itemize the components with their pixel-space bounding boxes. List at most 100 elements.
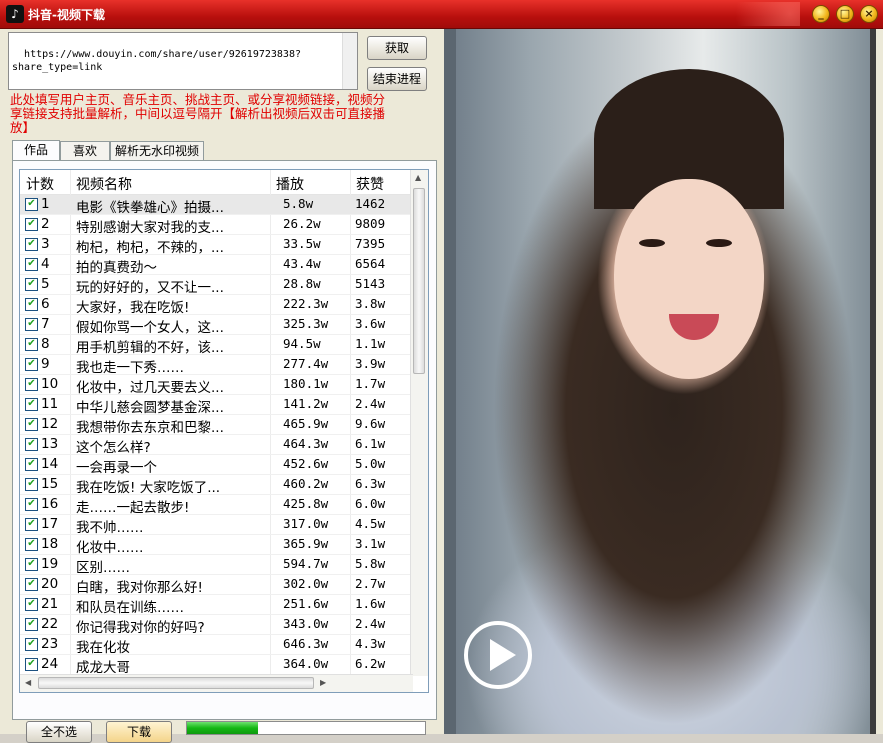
table-row[interactable]: ✔ 22 你记得我对你的好吗? 343.0w 2.4w <box>20 615 410 636</box>
row-checkbox[interactable]: ✔ <box>25 458 38 471</box>
tiktok-note-icon: ♪ <box>6 5 24 23</box>
row-plays: 425.8w <box>283 496 329 511</box>
table-row[interactable]: ✔ 3 枸杞，枸杞，不辣的，... 33.5w 7395 <box>20 235 410 256</box>
table-row[interactable]: ✔ 19 区别…… 594.7w 5.8w <box>20 555 410 576</box>
row-checkbox[interactable]: ✔ <box>25 298 38 311</box>
horizontal-scroll-thumb[interactable] <box>38 677 314 689</box>
table-row[interactable]: ✔ 14 一会再录一个 452.6w 5.0w <box>20 455 410 476</box>
table-row[interactable]: ✔ 23 我在化妆 646.3w 4.3w <box>20 635 410 656</box>
column-count[interactable]: 计数 <box>26 174 54 194</box>
video-preview[interactable] <box>444 29 876 734</box>
row-checkbox[interactable]: ✔ <box>25 378 38 391</box>
row-plays: 646.3w <box>283 636 329 651</box>
row-count: 14 <box>41 456 59 472</box>
close-button[interactable]: × <box>860 5 878 23</box>
tab-no-watermark[interactable]: 解析无水印视频 <box>110 141 204 161</box>
row-checkbox[interactable]: ✔ <box>25 618 38 631</box>
row-plays: 141.2w <box>283 396 329 411</box>
deselect-all-button[interactable]: 全不选 <box>26 721 92 743</box>
tab-likes[interactable]: 喜欢 <box>60 141 110 161</box>
column-plays[interactable]: 播放 <box>276 174 304 194</box>
url-input-text[interactable]: https://www.douyin.com/share/user/926197… <box>12 49 301 73</box>
row-plays: 364.0w <box>283 656 329 671</box>
row-likes: 4.5w <box>355 516 386 531</box>
row-checkbox[interactable]: ✔ <box>25 518 38 531</box>
table-row[interactable]: ✔ 15 我在吃饭! 大家吃饭了... 460.2w 6.3w <box>20 475 410 496</box>
row-plays: 33.5w <box>283 236 321 251</box>
table-row[interactable]: ✔ 12 我想带你去东京和巴黎... 465.9w 9.6w <box>20 415 410 436</box>
table-row[interactable]: ✔ 6 大家好，我在吃饭! 222.3w 3.8w <box>20 295 410 316</box>
table-row[interactable]: ✔ 16 走……一起去散步! 425.8w 6.0w <box>20 495 410 516</box>
scroll-left-icon[interactable]: ◀ <box>25 678 31 687</box>
download-progress <box>186 721 426 735</box>
fetch-button[interactable]: 获取 <box>367 36 427 60</box>
table-row[interactable]: ✔ 21 和队员在训练…… 251.6w 1.6w <box>20 595 410 616</box>
row-checkbox[interactable]: ✔ <box>25 598 38 611</box>
row-checkbox[interactable]: ✔ <box>25 198 38 211</box>
row-checkbox[interactable]: ✔ <box>25 398 38 411</box>
vertical-scroll-thumb[interactable] <box>413 188 425 374</box>
row-checkbox[interactable]: ✔ <box>25 498 38 511</box>
table-row[interactable]: ✔ 11 中华儿慈会圆梦基金深... 141.2w 2.4w <box>20 395 410 416</box>
download-button[interactable]: 下载 <box>106 721 172 743</box>
play-circle-icon[interactable] <box>464 621 532 689</box>
url-input[interactable]: https://www.douyin.com/share/user/926197… <box>8 32 358 90</box>
row-count: 9 <box>41 356 50 372</box>
row-checkbox[interactable]: ✔ <box>25 578 38 591</box>
row-checkbox[interactable]: ✔ <box>25 558 38 571</box>
row-video-name: 电影《铁拳雄心》拍摄... <box>76 200 224 216</box>
scroll-right-icon[interactable]: ▶ <box>320 678 326 687</box>
tab-works[interactable]: 作品 <box>12 140 60 161</box>
row-plays: 465.9w <box>283 416 329 431</box>
row-plays: 594.7w <box>283 556 329 571</box>
table-row[interactable]: ✔ 9 我也走一下秀…… 277.4w 3.9w <box>20 355 410 376</box>
row-count: 20 <box>41 576 59 592</box>
table-row[interactable]: ✔ 24 成龙大哥 364.0w 6.2w <box>20 655 410 676</box>
table-row[interactable]: ✔ 5 玩的好好的，又不让一... 28.8w 5143 <box>20 275 410 296</box>
row-video-name: 化妆中，过几天要去义... <box>76 380 224 396</box>
scroll-up-icon[interactable]: ▲ <box>415 173 421 182</box>
table-row[interactable]: ✔ 17 我不帅…… 317.0w 4.5w <box>20 515 410 536</box>
url-input-scrollbar[interactable] <box>342 33 357 89</box>
row-checkbox[interactable]: ✔ <box>25 658 38 671</box>
row-checkbox[interactable]: ✔ <box>25 438 38 451</box>
table-row[interactable]: ✔ 13 这个怎么样? 464.3w 6.1w <box>20 435 410 456</box>
table-row[interactable]: ✔ 2 特别感谢大家对我的支... 26.2w 9809 <box>20 215 410 236</box>
row-checkbox[interactable]: ✔ <box>25 358 38 371</box>
row-checkbox[interactable]: ✔ <box>25 318 38 331</box>
column-name[interactable]: 视频名称 <box>76 174 132 194</box>
row-count: 19 <box>41 556 59 572</box>
table-row[interactable]: ✔ 18 化妆中…… 365.9w 3.1w <box>20 535 410 556</box>
video-image-face <box>614 179 764 379</box>
row-count: 16 <box>41 496 59 512</box>
list-vertical-scrollbar[interactable]: ▲ <box>410 170 428 676</box>
list-header: 计数 视频名称 播放 获赞 <box>20 170 410 195</box>
row-checkbox[interactable]: ✔ <box>25 258 38 271</box>
row-checkbox[interactable]: ✔ <box>25 478 38 491</box>
row-count: 18 <box>41 536 59 552</box>
table-row[interactable]: ✔ 8 用手机剪辑的不好，该... 94.5w 1.1w <box>20 335 410 356</box>
row-count: 6 <box>41 296 50 312</box>
row-video-name: 白瞎，我对你那么好! <box>76 580 203 596</box>
row-count: 23 <box>41 636 59 652</box>
list-horizontal-scrollbar[interactable]: ◀ ▶ <box>20 674 413 692</box>
row-checkbox[interactable]: ✔ <box>25 238 38 251</box>
row-video-name: 走……一起去散步! <box>76 500 190 516</box>
video-list[interactable]: 计数 视频名称 播放 获赞 ✔ 1 电影《铁拳雄心》拍摄... 5.8w 1462 ✔ 2 特… <box>19 169 429 693</box>
row-checkbox[interactable]: ✔ <box>25 278 38 291</box>
table-row[interactable]: ✔ 20 白瞎，我对你那么好! 302.0w 2.7w <box>20 575 410 596</box>
column-likes[interactable]: 获赞 <box>356 174 384 194</box>
row-checkbox[interactable]: ✔ <box>25 218 38 231</box>
row-checkbox[interactable]: ✔ <box>25 538 38 551</box>
row-checkbox[interactable]: ✔ <box>25 338 38 351</box>
maximize-button[interactable]: □ <box>836 5 854 23</box>
row-count: 17 <box>41 516 59 532</box>
end-process-button[interactable]: 结束进程 <box>367 67 427 91</box>
table-row[interactable]: ✔ 10 化妆中，过几天要去义... 180.1w 1.7w <box>20 375 410 396</box>
row-checkbox[interactable]: ✔ <box>25 418 38 431</box>
table-row[interactable]: ✔ 4 拍的真费劲～ 43.4w 6564 <box>20 255 410 276</box>
row-checkbox[interactable]: ✔ <box>25 638 38 651</box>
table-row[interactable]: ✔ 1 电影《铁拳雄心》拍摄... 5.8w 1462 <box>20 195 410 216</box>
table-row[interactable]: ✔ 7 假如你骂一个女人，这... 325.3w 3.6w <box>20 315 410 336</box>
minimize-button[interactable]: _ <box>812 5 830 23</box>
